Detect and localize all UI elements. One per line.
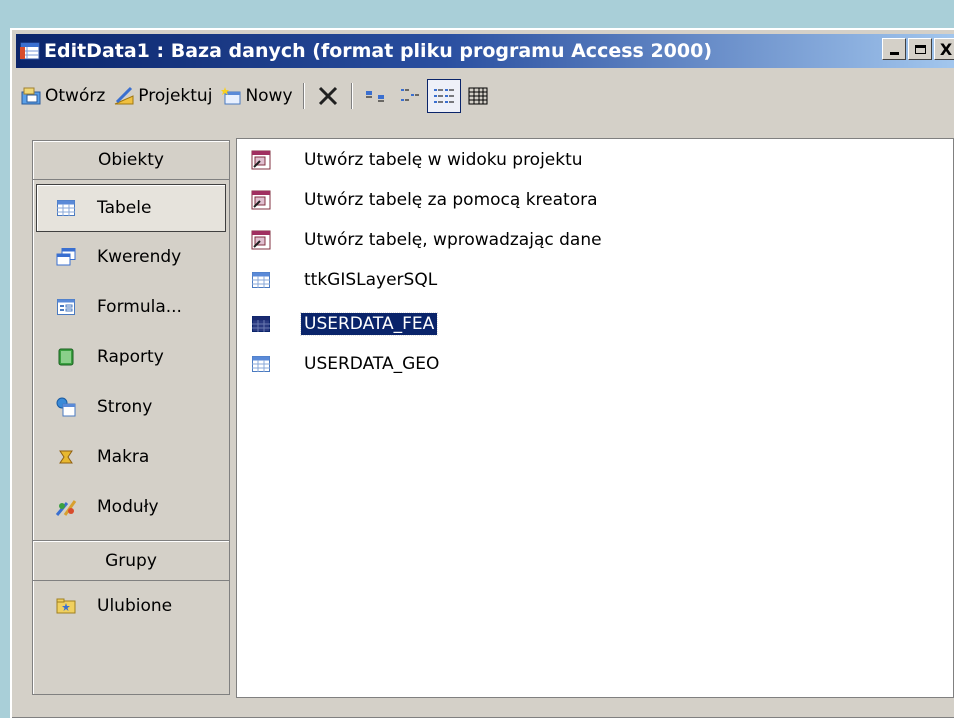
list-item[interactable]: Utwórz tabelę za pomocą kreatora: [249, 187, 601, 213]
macro-icon: [55, 446, 77, 468]
sidebar-item-reports[interactable]: Raporty: [33, 332, 229, 382]
sidebar-item-pages[interactable]: Strony: [33, 382, 229, 432]
create-shortcut-icon: [249, 228, 273, 252]
open-button[interactable]: Otwórz: [16, 79, 109, 113]
details-view-button[interactable]: [461, 79, 495, 113]
sidebar-item-label: Kwerendy: [97, 247, 182, 267]
new-icon: [221, 87, 241, 105]
sidebar-item-modules[interactable]: Moduły: [33, 482, 229, 532]
minimize-button[interactable]: [882, 38, 906, 60]
table-icon: [55, 197, 77, 219]
query-icon: [55, 246, 77, 268]
details-view-icon: [468, 87, 488, 105]
maximize-button[interactable]: [908, 38, 932, 60]
list-view-icon: [433, 89, 454, 103]
groups-header[interactable]: Grupy: [33, 542, 229, 581]
toolbar-separator: [350, 83, 353, 109]
maximize-icon: [914, 44, 926, 54]
list-item-label: ttkGISLayerSQL: [304, 270, 438, 290]
form-icon: [55, 296, 77, 318]
window-title: EditData1 : Baza danych (format pliku pr…: [44, 40, 713, 62]
design-button[interactable]: Projektuj: [109, 79, 216, 113]
list-view-button[interactable]: [426, 79, 461, 113]
objects-header[interactable]: Obiekty: [33, 141, 229, 180]
report-icon: [55, 346, 77, 368]
table-icon: [249, 352, 273, 376]
database-icon: [20, 41, 40, 61]
sidebar-item-macros[interactable]: Makra: [33, 432, 229, 482]
delete-icon: [318, 86, 337, 106]
design-icon: [115, 86, 134, 105]
objects-header-label: Obiekty: [98, 150, 164, 170]
sidebar-item-label: Formula...: [97, 297, 182, 317]
list-item[interactable]: ttkGISLayerSQL: [249, 267, 440, 293]
list-item-label: USERDATA_FEA: [299, 312, 439, 336]
delete-button[interactable]: [311, 79, 345, 113]
toolbar-separator: [302, 83, 305, 109]
sidebar-item-favorites[interactable]: Ulubione: [33, 581, 229, 631]
new-button[interactable]: Nowy: [216, 79, 296, 113]
sidebar-item-forms[interactable]: Formula...: [33, 282, 229, 332]
database-toolbar: Otwórz Projektuj Nowy: [16, 76, 954, 116]
sidebar-item-label: Moduły: [97, 497, 159, 517]
list-item-label: USERDATA_GEO: [304, 354, 440, 374]
list-item-label: Utwórz tabelę, wprowadzając dane: [304, 230, 602, 250]
open-icon: [21, 87, 41, 105]
create-shortcut-icon: [249, 148, 273, 172]
list-item-label: Utwórz tabelę za pomocą kreatora: [304, 190, 598, 210]
sidebar-item-label: Tabele: [97, 198, 152, 218]
sidebar-item-queries[interactable]: Kwerendy: [33, 232, 229, 282]
list-item[interactable]: USERDATA_FEA: [249, 311, 439, 337]
close-button[interactable]: X: [934, 38, 954, 60]
groups-header-label: Grupy: [105, 551, 157, 571]
sidebar-item-label: Makra: [97, 447, 150, 467]
title-bar[interactable]: EditData1 : Baza danych (format pliku pr…: [16, 34, 954, 68]
new-label: Nowy: [245, 86, 293, 106]
sidebar-item-label: Ulubione: [97, 596, 173, 616]
table-icon: [249, 268, 273, 292]
sidebar-item-label: Raporty: [97, 347, 164, 367]
table-icon: [249, 312, 273, 336]
object-bar: Obiekty Tabele Kwerendy Formula... Rapor…: [32, 140, 230, 695]
objects-list[interactable]: Utwórz tabelę w widoku projektu Utwórz t…: [236, 138, 954, 698]
list-item[interactable]: Utwórz tabelę, wprowadzając dane: [249, 227, 605, 253]
close-icon: X: [939, 39, 953, 59]
page-icon: [55, 396, 77, 418]
small-icons-view-icon: [400, 89, 419, 101]
sidebar-item-label: Strony: [97, 397, 153, 417]
create-shortcut-icon: [249, 188, 273, 212]
large-icons-view-button[interactable]: [359, 79, 393, 113]
list-item-label: Utwórz tabelę w widoku projektu: [304, 150, 583, 170]
small-icons-view-button[interactable]: [393, 79, 427, 113]
sidebar-item-tables[interactable]: Tabele: [36, 184, 226, 232]
minimize-icon: [889, 51, 899, 55]
design-label: Projektuj: [138, 86, 213, 106]
open-label: Otwórz: [45, 86, 106, 106]
list-item[interactable]: Utwórz tabelę w widoku projektu: [249, 147, 586, 173]
list-item[interactable]: USERDATA_GEO: [249, 351, 442, 377]
module-icon: [55, 496, 77, 518]
large-icons-view-icon: [365, 91, 384, 102]
favorites-folder-icon: [55, 595, 77, 617]
